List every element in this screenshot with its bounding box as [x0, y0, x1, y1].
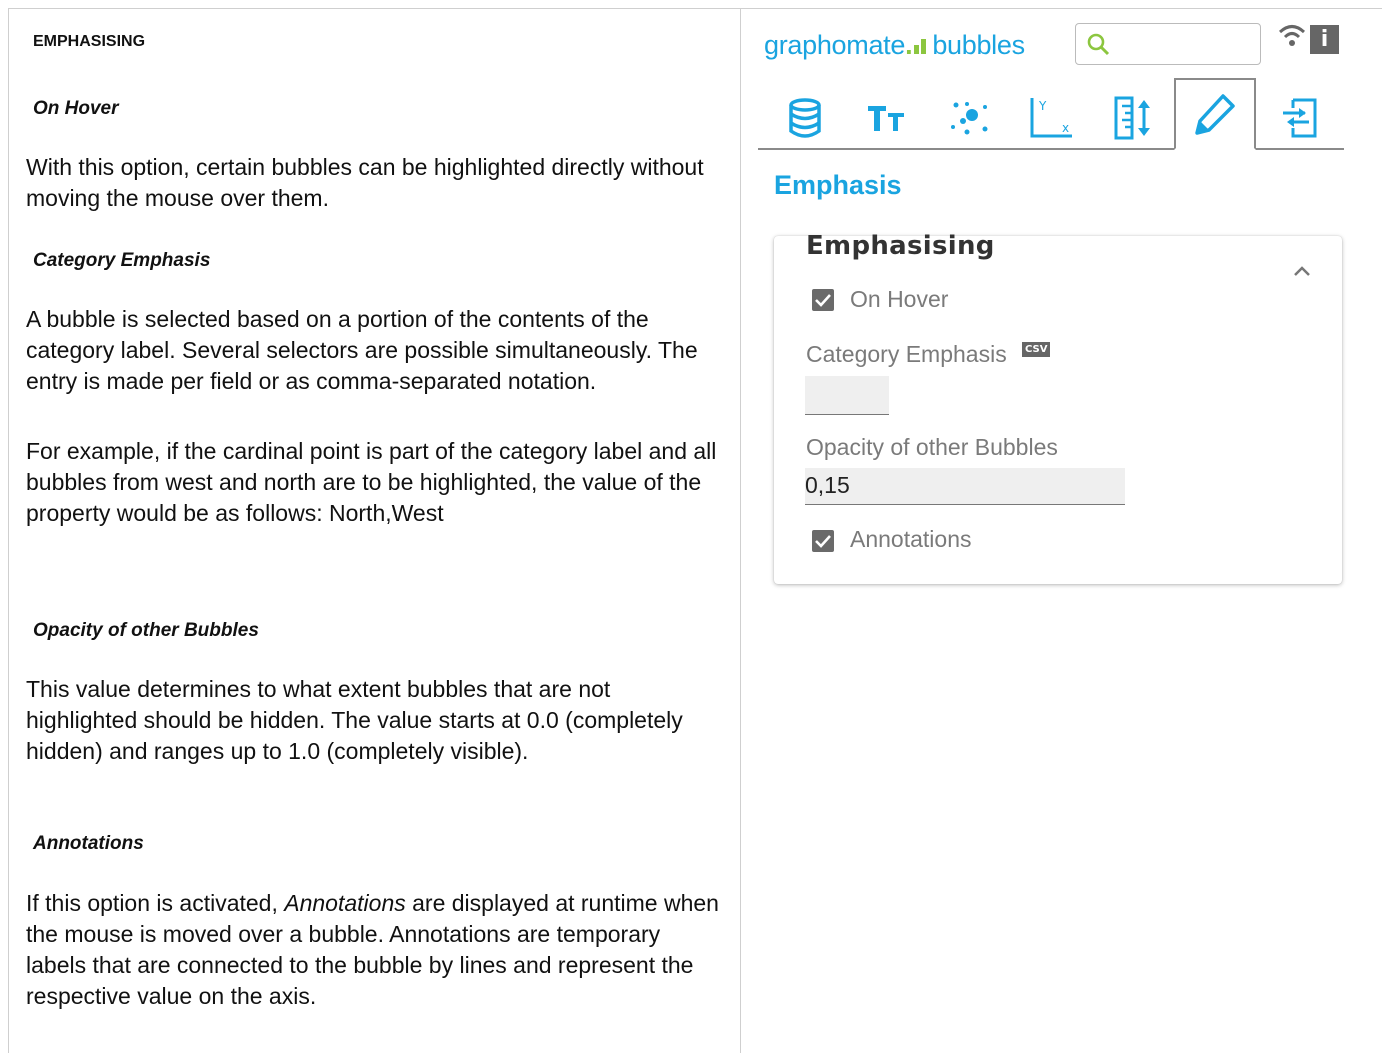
doc-paragraph-annotations: If this option is activated, Annotations…: [26, 888, 726, 1012]
brand-logo: graphomate. bubbles: [764, 30, 1025, 61]
tab-emphasis[interactable]: [1174, 78, 1256, 150]
search-icon: [1086, 32, 1110, 61]
doc-heading-opacity: Opacity of other Bubbles: [33, 620, 259, 641]
column-divider: [740, 8, 741, 1053]
property-panel: graphomate. bubbles i Y x Emphasis Empha…: [742, 8, 1382, 1053]
brand-dot: .: [905, 30, 913, 60]
csv-badge: CSV: [1022, 342, 1051, 357]
tab-axis[interactable]: Y x: [1010, 86, 1092, 150]
opacity-input[interactable]: 0,15: [805, 468, 1125, 505]
on-hover-label: On Hover: [850, 286, 949, 312]
tab-data[interactable]: [764, 86, 846, 150]
tab-bar: Y x: [758, 78, 1344, 150]
on-hover-checkbox[interactable]: [812, 289, 834, 311]
doc-heading-on-hover: On Hover: [33, 98, 119, 119]
card-title[interactable]: Emphasising: [806, 231, 995, 261]
doc-paragraph: With this option, certain bubbles can be…: [26, 154, 704, 211]
tab-text[interactable]: [846, 86, 928, 150]
search-input[interactable]: [1112, 30, 1256, 60]
doc-paragraph: For example, if the cardinal point is pa…: [26, 438, 717, 526]
doc-text: If this option is activated,: [26, 890, 285, 916]
tab-bubbles[interactable]: [928, 86, 1010, 150]
doc-heading-category-emphasis: Category Emphasis: [33, 250, 211, 271]
doc-paragraph: A bubble is selected based on a portion …: [26, 306, 698, 394]
doc-emphasis-text: Annotations: [284, 890, 406, 916]
tab-export[interactable]: [1258, 86, 1340, 150]
info-button[interactable]: i: [1310, 25, 1339, 54]
brand-bars-icon: [914, 30, 928, 61]
brand-product: bubbles: [932, 30, 1025, 60]
wifi-icon: [1278, 24, 1306, 53]
annotations-checkbox[interactable]: [812, 530, 834, 552]
opacity-value: 0,15: [805, 472, 850, 498]
category-emphasis-input[interactable]: [805, 376, 889, 415]
tab-scale[interactable]: [1092, 86, 1174, 150]
doc-heading-annotations: Annotations: [33, 833, 144, 854]
opacity-label: Opacity of other Bubbles: [806, 434, 1058, 460]
doc-paragraph: This value determines to what extent bub…: [26, 676, 683, 764]
category-emphasis-label: Category Emphasis: [806, 341, 1007, 367]
section-title: Emphasis: [774, 170, 902, 200]
svg-text:Y: Y: [1038, 99, 1047, 113]
svg-text:x: x: [1062, 121, 1069, 135]
annotations-label: Annotations: [850, 526, 972, 552]
doc-main-heading: EMPHASISING: [33, 33, 146, 50]
chevron-up-icon[interactable]: [1292, 264, 1312, 283]
brand-graphomate: graphomate: [764, 30, 906, 60]
search-box[interactable]: [1075, 23, 1261, 65]
